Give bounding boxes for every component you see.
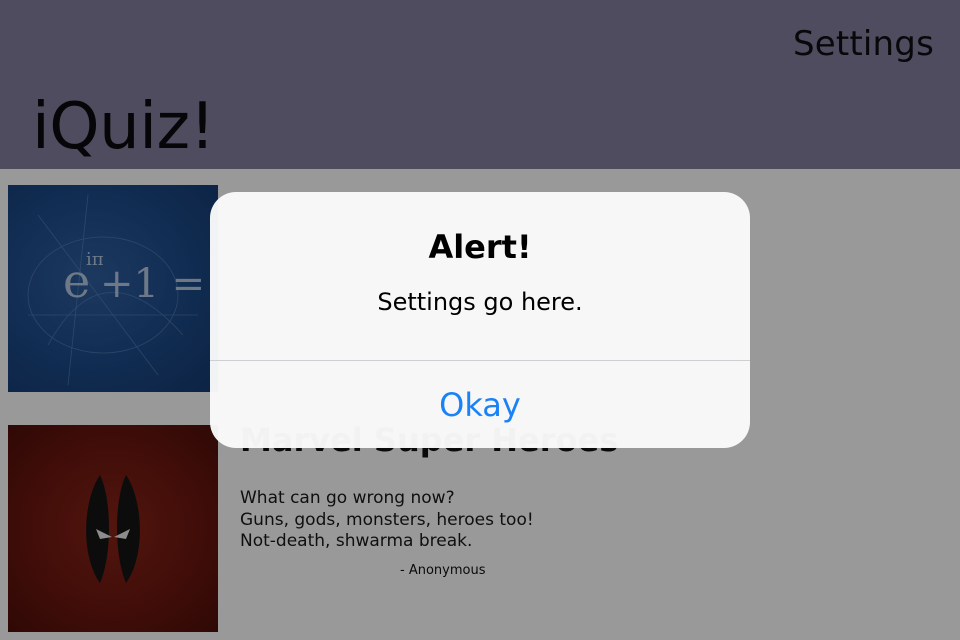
alert-dialog: Alert! Settings go here. Okay xyxy=(210,192,750,448)
alert-message: Settings go here. xyxy=(377,288,583,316)
okay-button[interactable]: Okay xyxy=(210,361,750,448)
app-screen: Settings iQuiz! e iπ +1 = 0 xyxy=(0,0,960,640)
alert-title: Alert! xyxy=(428,228,532,266)
